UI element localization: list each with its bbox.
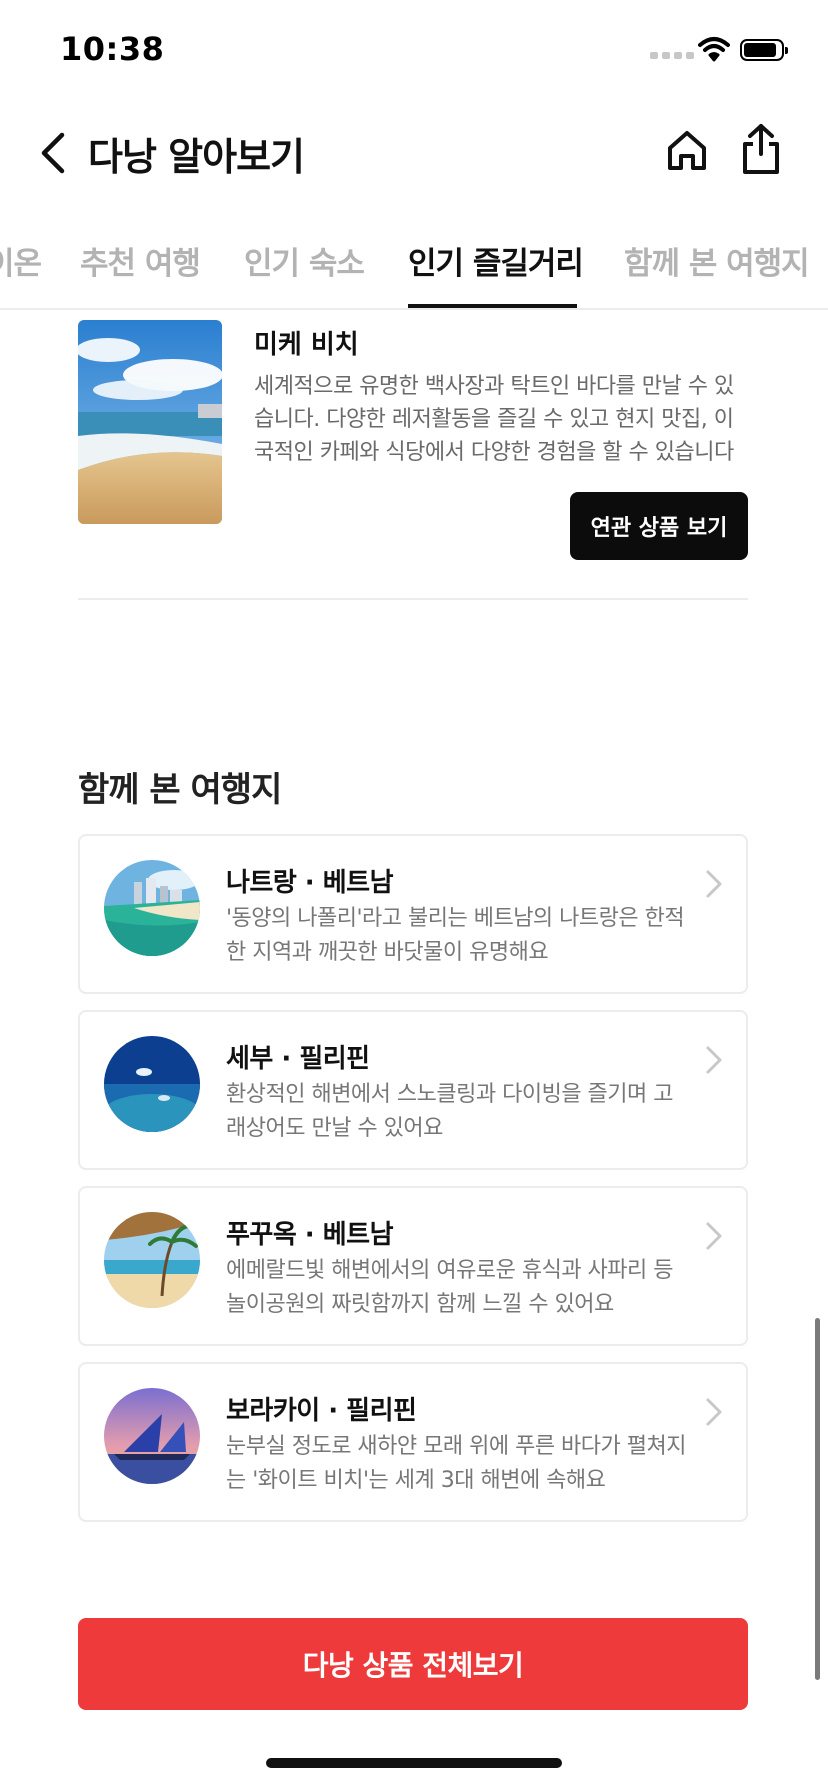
home-button[interactable] (662, 126, 712, 176)
tab-popular-stays[interactable]: 인기 숙소 (244, 238, 365, 283)
beach-photo (78, 320, 222, 524)
view-all-products-button[interactable]: 다낭 상품 전체보기 (78, 1618, 748, 1710)
back-button[interactable] (32, 128, 72, 178)
destination-thumbnail (104, 860, 200, 956)
section-title: 함께 본 여행지 (78, 770, 282, 810)
activity-title: 미케 비치 (254, 330, 359, 360)
page-title: 다낭 알아보기 (88, 135, 305, 179)
destination-thumbnail (104, 1036, 200, 1132)
destination-thumbnail (104, 1388, 200, 1484)
destination-card-cebu[interactable]: 세부 · 필리핀 환상적인 해변에서 스노클링과 다이빙을 즐기며 고래상어도 … (78, 1010, 748, 1170)
destination-description: 에메랄드빛 해변에서의 여유로운 휴식과 사파리 등 놀이공원의 짜릿함까지 함… (226, 1258, 674, 1317)
tab-item[interactable]: 이온 (0, 238, 42, 283)
share-button[interactable] (736, 122, 786, 176)
scrollbar[interactable] (815, 1318, 820, 1680)
destination-name: 푸꾸옥 · 베트남 (226, 1220, 394, 1250)
share-icon (743, 124, 779, 174)
destination-description: 눈부실 정도로 새하얀 모래 위에 푸른 바다가 펼쳐지는 '화이트 비치'는 … (226, 1434, 687, 1493)
activity-description: 세계적으로 유명한 백사장과 탁트인 바다를 만날 수 있습니다. 다양한 레저… (254, 374, 734, 465)
active-tab-indicator (408, 304, 577, 308)
chevron-right-icon (706, 1222, 722, 1250)
home-indicator[interactable] (266, 1758, 562, 1768)
wifi-icon (698, 37, 730, 62)
tab-recommended-trips[interactable]: 추천 여행 (80, 238, 201, 283)
home-icon (668, 131, 706, 170)
chevron-right-icon (706, 870, 722, 898)
tab-popular-activities[interactable]: 인기 즐길거리 (408, 238, 584, 283)
destination-card-phu-quoc[interactable]: 푸꾸옥 · 베트남 에메랄드빛 해변에서의 여유로운 휴식과 사파리 등 놀이공… (78, 1186, 748, 1346)
chevron-left-icon (41, 132, 65, 174)
destination-card-nha-trang[interactable]: 나트랑 · 베트남 '동양의 나폴리'라고 불리는 베트남의 나트랑은 한적한 … (78, 834, 748, 994)
activity-item: 미케 비치 세계적으로 유명한 백사장과 탁트인 바다를 만날 수 있습니다. … (78, 320, 748, 600)
tab-viewed-together[interactable]: 함께 본 여행지 (624, 238, 810, 283)
chevron-right-icon (706, 1046, 722, 1074)
destination-name: 세부 · 필리핀 (226, 1044, 370, 1074)
category-tabs: 이온 추천 여행 인기 숙소 인기 즐길거리 함께 본 여행지 (0, 220, 828, 310)
app-header: 다낭 알아보기 (0, 110, 828, 190)
status-time: 10:38 (60, 30, 165, 68)
divider (78, 598, 748, 600)
destination-name: 나트랑 · 베트남 (226, 868, 394, 898)
status-bar: 10:38 (0, 0, 828, 100)
destination-description: 환상적인 해변에서 스노클링과 다이빙을 즐기며 고래상어도 만날 수 있어요 (226, 1082, 674, 1141)
cellular-signal-icon (650, 52, 694, 59)
destination-thumbnail (104, 1212, 200, 1308)
destination-description: '동양의 나폴리'라고 불리는 베트남의 나트랑은 한적한 지역과 깨끗한 바닷… (226, 906, 685, 965)
destination-name: 보라카이 · 필리핀 (226, 1396, 417, 1426)
related-products-button[interactable]: 연관 상품 보기 (570, 492, 748, 560)
battery-icon (740, 39, 788, 61)
destination-card-boracay[interactable]: 보라카이 · 필리핀 눈부실 정도로 새하얀 모래 위에 푸른 바다가 펼쳐지는… (78, 1362, 748, 1522)
chevron-right-icon (706, 1398, 722, 1426)
